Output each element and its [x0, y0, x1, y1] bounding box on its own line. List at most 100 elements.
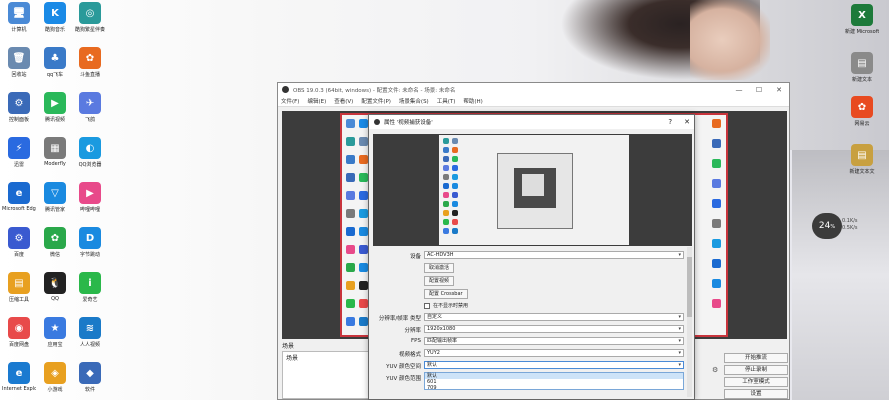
chevron-down-icon: ▾ [678, 362, 681, 368]
close-icon[interactable]: ✕ [684, 118, 690, 126]
color-space-select[interactable]: 默认 ▾ [424, 361, 684, 369]
desktop-icon-label: 控制面板 [8, 117, 29, 123]
desktop-icon[interactable]: ✈ 飞鸽 [73, 92, 107, 123]
chevron-down-icon: ▾ [678, 350, 681, 356]
desktop-icon[interactable]: e Microsoft Edge [2, 182, 36, 212]
menu-edit[interactable]: 编辑(E) [307, 97, 326, 105]
help-icon[interactable]: ? [668, 118, 672, 126]
desktop-icon[interactable]: 🖥 计算机 [2, 2, 36, 33]
desktop-icon[interactable]: ⚙ 百度 [2, 227, 36, 258]
properties-scrollbar[interactable] [687, 247, 692, 397]
app-icon: e [8, 362, 30, 384]
preview-desktop-icon [359, 155, 368, 164]
device-value: AC-HDV3H [427, 252, 454, 258]
preview-desktop-icon [712, 119, 721, 128]
desktop-icon[interactable]: i 爱奇艺 [73, 272, 107, 303]
start-stream-button[interactable]: 开始推流 [724, 353, 788, 363]
desktop-icon[interactable]: ▶ 腾讯视频 [38, 92, 72, 123]
desktop-icon[interactable]: ▦ Moderfly [38, 137, 72, 167]
minimize-button[interactable]: — [729, 86, 749, 94]
color-space-dropdown[interactable]: 默认 601 709 [424, 372, 684, 391]
configure-crossbar-button[interactable]: 配置 Crossbar [424, 289, 468, 299]
properties-dialog[interactable]: 属性 '视频捕获设备' ? ✕ 设备 AC-HDV3H ▾ 取消激活 配置视频 配… [368, 114, 695, 400]
deactivate-button[interactable]: 取消激活 [424, 263, 455, 273]
video-format-label: 视频格式 [398, 352, 421, 358]
device-select[interactable]: AC-HDV3H ▾ [424, 251, 684, 259]
desktop-icon[interactable]: ▽ 腾讯管家 [38, 182, 72, 213]
menu-scene-collection[interactable]: 场景集合(S) [399, 97, 429, 105]
deactivate-when-hidden-checkbox[interactable]: 在不显示时禁用 [424, 302, 468, 309]
scrollbar-thumb[interactable] [687, 257, 692, 317]
close-button[interactable]: ✕ [769, 86, 789, 94]
video-format-select[interactable]: YUY2 ▾ [424, 349, 684, 357]
desktop-icon-label: qq飞车 [46, 72, 64, 78]
desktop-icon-label: 新建文本文 [849, 169, 875, 175]
dropdown-option[interactable]: 709 [425, 385, 683, 391]
preview-desktop-icon [346, 137, 355, 146]
desktop-icon[interactable]: K 酷狗音乐 [38, 2, 72, 33]
desktop-icon-label: 字节跳动 [79, 252, 100, 258]
app-icon: D [79, 227, 101, 249]
desktop-icon[interactable]: e Internet Explorer [2, 362, 36, 392]
desktop-icon[interactable]: ◈ 小游戏 [38, 362, 72, 393]
chevron-down-icon: ▾ [678, 252, 681, 258]
properties-titlebar[interactable]: 属性 '视频捕获设备' ? ✕ [369, 115, 694, 129]
desktop-icon[interactable]: ⚙ 控制面板 [2, 92, 36, 123]
preview-desktop-icon [452, 138, 458, 144]
desktop-icon[interactable]: ♣ qq飞车 [38, 47, 72, 78]
checkbox-box[interactable] [424, 302, 430, 309]
network-speed-text: 0.1K/s 0.5K/s [842, 218, 858, 232]
desktop-icon[interactable]: ◆ 软件 [73, 362, 107, 393]
desktop-icon-label: 飞鸽 [84, 117, 95, 123]
desktop-icon[interactable]: ✿ 斗鱼直播 [73, 47, 107, 78]
preview-desktop-icon [346, 191, 355, 200]
desktop-icon-label: 应用宝 [47, 342, 63, 348]
configure-video-button[interactable]: 配置视频 [424, 276, 455, 286]
menu-tools[interactable]: 工具(T) [437, 97, 456, 105]
obs-titlebar[interactable]: OBS 19.0.3 (64bit, windows) - 配置文件: 未命名 … [278, 83, 789, 96]
desktop-icon-label: Microsoft Edge [2, 206, 36, 212]
desktop-icon-label: 新建 Microsoft [845, 29, 879, 35]
desktop-icon[interactable]: ◎ 酷狗繁星伴奏 [73, 2, 107, 33]
desktop-icon[interactable]: X 新建 Microsoft [845, 4, 879, 35]
desktop-icon[interactable]: ▶ 哔哩哔哩 [73, 182, 107, 213]
desktop-icon[interactable]: ◉ 百度网盘 [2, 317, 36, 348]
app-icon: 🗑 [8, 47, 30, 69]
desktop-icon[interactable]: ▤ 压缩工具 [2, 272, 36, 303]
desktop-icon[interactable]: D 字节跳动 [73, 227, 107, 258]
properties-title: 属性 '视频捕获设备' [384, 120, 433, 126]
desktop-icon[interactable]: ⚡ 迅雷 [2, 137, 36, 168]
capture-preview-image [439, 135, 629, 245]
resolution-select[interactable]: 1920x1080 ▾ [424, 325, 684, 333]
desktop-icon[interactable]: ≋ 人人视频 [73, 317, 107, 348]
desktop-icon-label: 斗鱼直播 [79, 72, 100, 78]
desktop-icon[interactable]: 🗑 回收站 [2, 47, 36, 78]
desktop-icon[interactable]: 🐧 QQ [38, 272, 72, 302]
network-speed-widget[interactable]: 24% [812, 213, 842, 239]
desktop-icon[interactable]: ◐ QQ浏览器 [73, 137, 107, 168]
nested-preview-inner [522, 174, 544, 196]
desktop-icon[interactable]: ▤ 新建文本 [845, 52, 879, 83]
menu-file[interactable]: 文件(F) [281, 97, 299, 105]
settings-button[interactable]: 设置 [724, 389, 788, 399]
wallpaper-face [690, 0, 770, 80]
desktop-icon[interactable]: ✿ 网易云 [845, 96, 879, 127]
desktop-icon[interactable]: ✿ 微信 [38, 227, 72, 258]
menu-help[interactable]: 帮助(H) [463, 97, 482, 105]
preview-desktop-icon [443, 147, 449, 153]
desktop-icon-label: QQ浏览器 [78, 162, 102, 168]
desktop-icon[interactable]: ▤ 新建文本文 [845, 144, 879, 175]
gear-icon[interactable]: ⚙ [712, 366, 718, 374]
menu-profile[interactable]: 配置文件(P) [361, 97, 391, 105]
color-space-label: YUV 颜色空间 [386, 364, 421, 370]
res-type-select[interactable]: 自定义 ▾ [424, 313, 684, 321]
studio-mode-button[interactable]: 工作室模式 [724, 377, 788, 387]
menu-view[interactable]: 查看(V) [334, 97, 353, 105]
preview-desktop-icon [346, 119, 355, 128]
fps-select[interactable]: 匹配输出帧率 ▾ [424, 337, 684, 345]
stop-record-button[interactable]: 停止录制 [724, 365, 788, 375]
preview-desktop-icon [359, 245, 368, 254]
desktop-icon-label: 百度网盘 [8, 342, 29, 348]
maximize-button[interactable]: ☐ [749, 86, 769, 94]
desktop-icon[interactable]: ★ 应用宝 [38, 317, 72, 348]
